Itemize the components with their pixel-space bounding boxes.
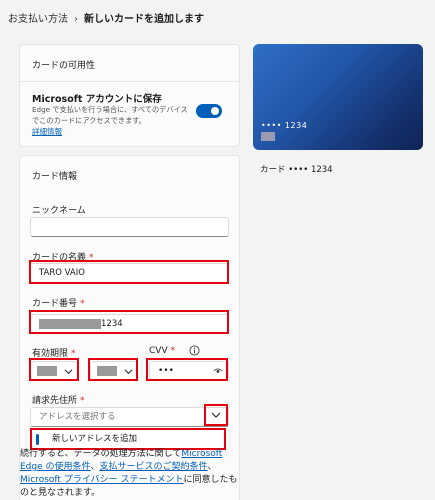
card-number-label: カード番号 * <box>32 299 85 309</box>
billing-dropdown-button[interactable] <box>204 404 228 426</box>
info-icon[interactable] <box>189 345 200 356</box>
terms-text: 続行すると、データの処理方法に関してMicrosoft Edge の使用条件、支… <box>20 448 245 500</box>
terms-part: 続行すると、データの処理方法に関して <box>20 449 182 459</box>
highlight-expiry-year <box>88 358 138 381</box>
selection-indicator <box>36 434 39 445</box>
billing-address-placeholder: アドレスを選択する <box>39 412 116 422</box>
nickname-input[interactable] <box>30 217 229 237</box>
breadcrumb-separator: › <box>74 14 78 25</box>
toggle-knob <box>211 107 219 115</box>
breadcrumb-payment-methods[interactable]: お支払い方法 <box>8 14 68 25</box>
divider <box>20 81 239 82</box>
card-preview-number: •••• 1234 <box>261 121 308 130</box>
redacted-block <box>261 132 275 141</box>
billing-address-select[interactable]: アドレスを選択する <box>30 407 229 427</box>
terms-part: 、 <box>207 462 217 472</box>
page-title: 新しいカードを追加します <box>84 14 204 25</box>
save-to-account-toggle[interactable] <box>196 104 222 118</box>
required-mark: * <box>80 396 85 406</box>
highlight-card-number <box>29 310 229 334</box>
save-to-account-label: Microsoft アカウントに保存 <box>32 94 162 105</box>
nickname-label: ニックネーム <box>32 206 86 216</box>
card-availability-panel: カードの可用性 Microsoft アカウントに保存 Edge で支払いを行う場… <box>19 44 240 147</box>
save-to-account-description: Edge で支払いを行う場合に、すべてのデバイスでこのカードにアクセスできます。 <box>32 105 188 125</box>
chevron-down-icon <box>211 412 221 418</box>
cvv-label: CVV * <box>149 346 176 356</box>
required-mark: * <box>80 299 85 309</box>
required-mark: * <box>170 346 176 356</box>
breadcrumb: お支払い方法 › 新しいカードを追加します <box>8 10 204 25</box>
card-info-title: カード情報 <box>32 172 78 182</box>
learn-more-link[interactable]: 詳細情報 <box>32 126 62 137</box>
privacy-statement-link[interactable]: Microsoft プライバシー ステートメント <box>20 475 184 485</box>
highlight-expiry-month <box>29 358 79 381</box>
card-preview-caption: カード •••• 1234 <box>260 165 333 175</box>
add-new-address-label: 新しいアドレスを追加 <box>52 434 138 444</box>
card-preview-image: •••• 1234 <box>253 44 423 150</box>
highlight-card-name <box>29 260 229 284</box>
terms-part: 、 <box>90 462 100 472</box>
payment-terms-link[interactable]: 支払サービスのご契約条件 <box>100 462 208 472</box>
availability-title: カードの可用性 <box>32 61 96 71</box>
add-new-address-option[interactable]: 新しいアドレスを追加 <box>30 428 226 450</box>
highlight-cvv <box>146 358 228 381</box>
billing-address-label: 請求先住所 * <box>32 396 85 406</box>
